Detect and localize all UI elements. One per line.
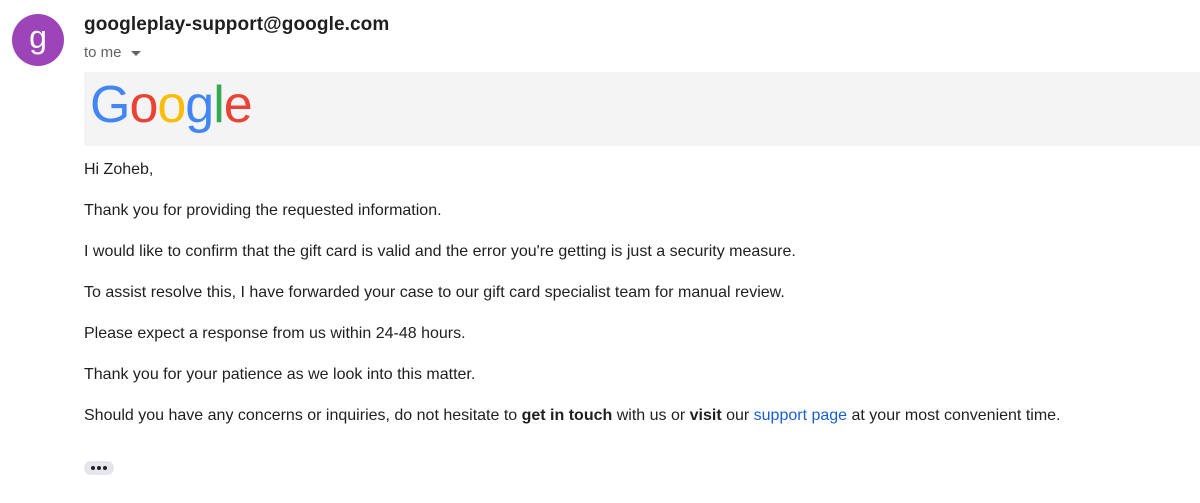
closing-bold-text: visit [689,407,722,424]
message-paragraph: Thank you for your patience as we look i… [84,366,476,383]
logo-letter: e [223,76,253,134]
support-page-link[interactable]: support page [754,407,847,424]
email-message: g googleplay-support@google.com to me Go… [0,0,1200,503]
message-body: Hi Zoheb, Thank you for providing the re… [84,160,1184,447]
google-logo: Google [90,75,253,135]
closing-text: our [721,407,754,424]
message-paragraph: Thank you for providing the requested in… [84,202,442,219]
more-horizontal-icon [91,466,95,470]
avatar[interactable]: g [12,14,64,66]
closing-paragraph: Should you have any concerns or inquirie… [84,406,1184,426]
caret-down-icon [130,51,141,56]
closing-text: with us or [612,407,690,424]
logo-letter: l [213,76,225,134]
logo-letter: o [129,76,158,134]
recipient-details-toggle[interactable]: to me [84,44,141,61]
greeting: Hi Zoheb, [84,161,154,178]
closing-text: Should you have any concerns or inquirie… [84,407,522,424]
sender-email[interactable]: googleplay-support@google.com [84,14,389,36]
more-horizontal-icon [103,466,107,470]
recipient-label: to me [84,44,122,61]
closing-text: at your most convenient time. [847,407,1061,424]
logo-letter: g [185,76,214,134]
message-paragraph: Please expect a response from us within … [84,325,466,342]
logo-letter: o [157,76,186,134]
show-trimmed-content-button[interactable] [84,461,114,475]
logo-banner: Google [84,72,1200,146]
more-horizontal-icon [97,466,101,470]
message-paragraph: To assist resolve this, I have forwarded… [84,284,785,301]
message-paragraph: I would like to confirm that the gift ca… [84,243,796,260]
closing-bold-text: get in touch [521,407,613,424]
logo-letter: G [90,76,130,134]
